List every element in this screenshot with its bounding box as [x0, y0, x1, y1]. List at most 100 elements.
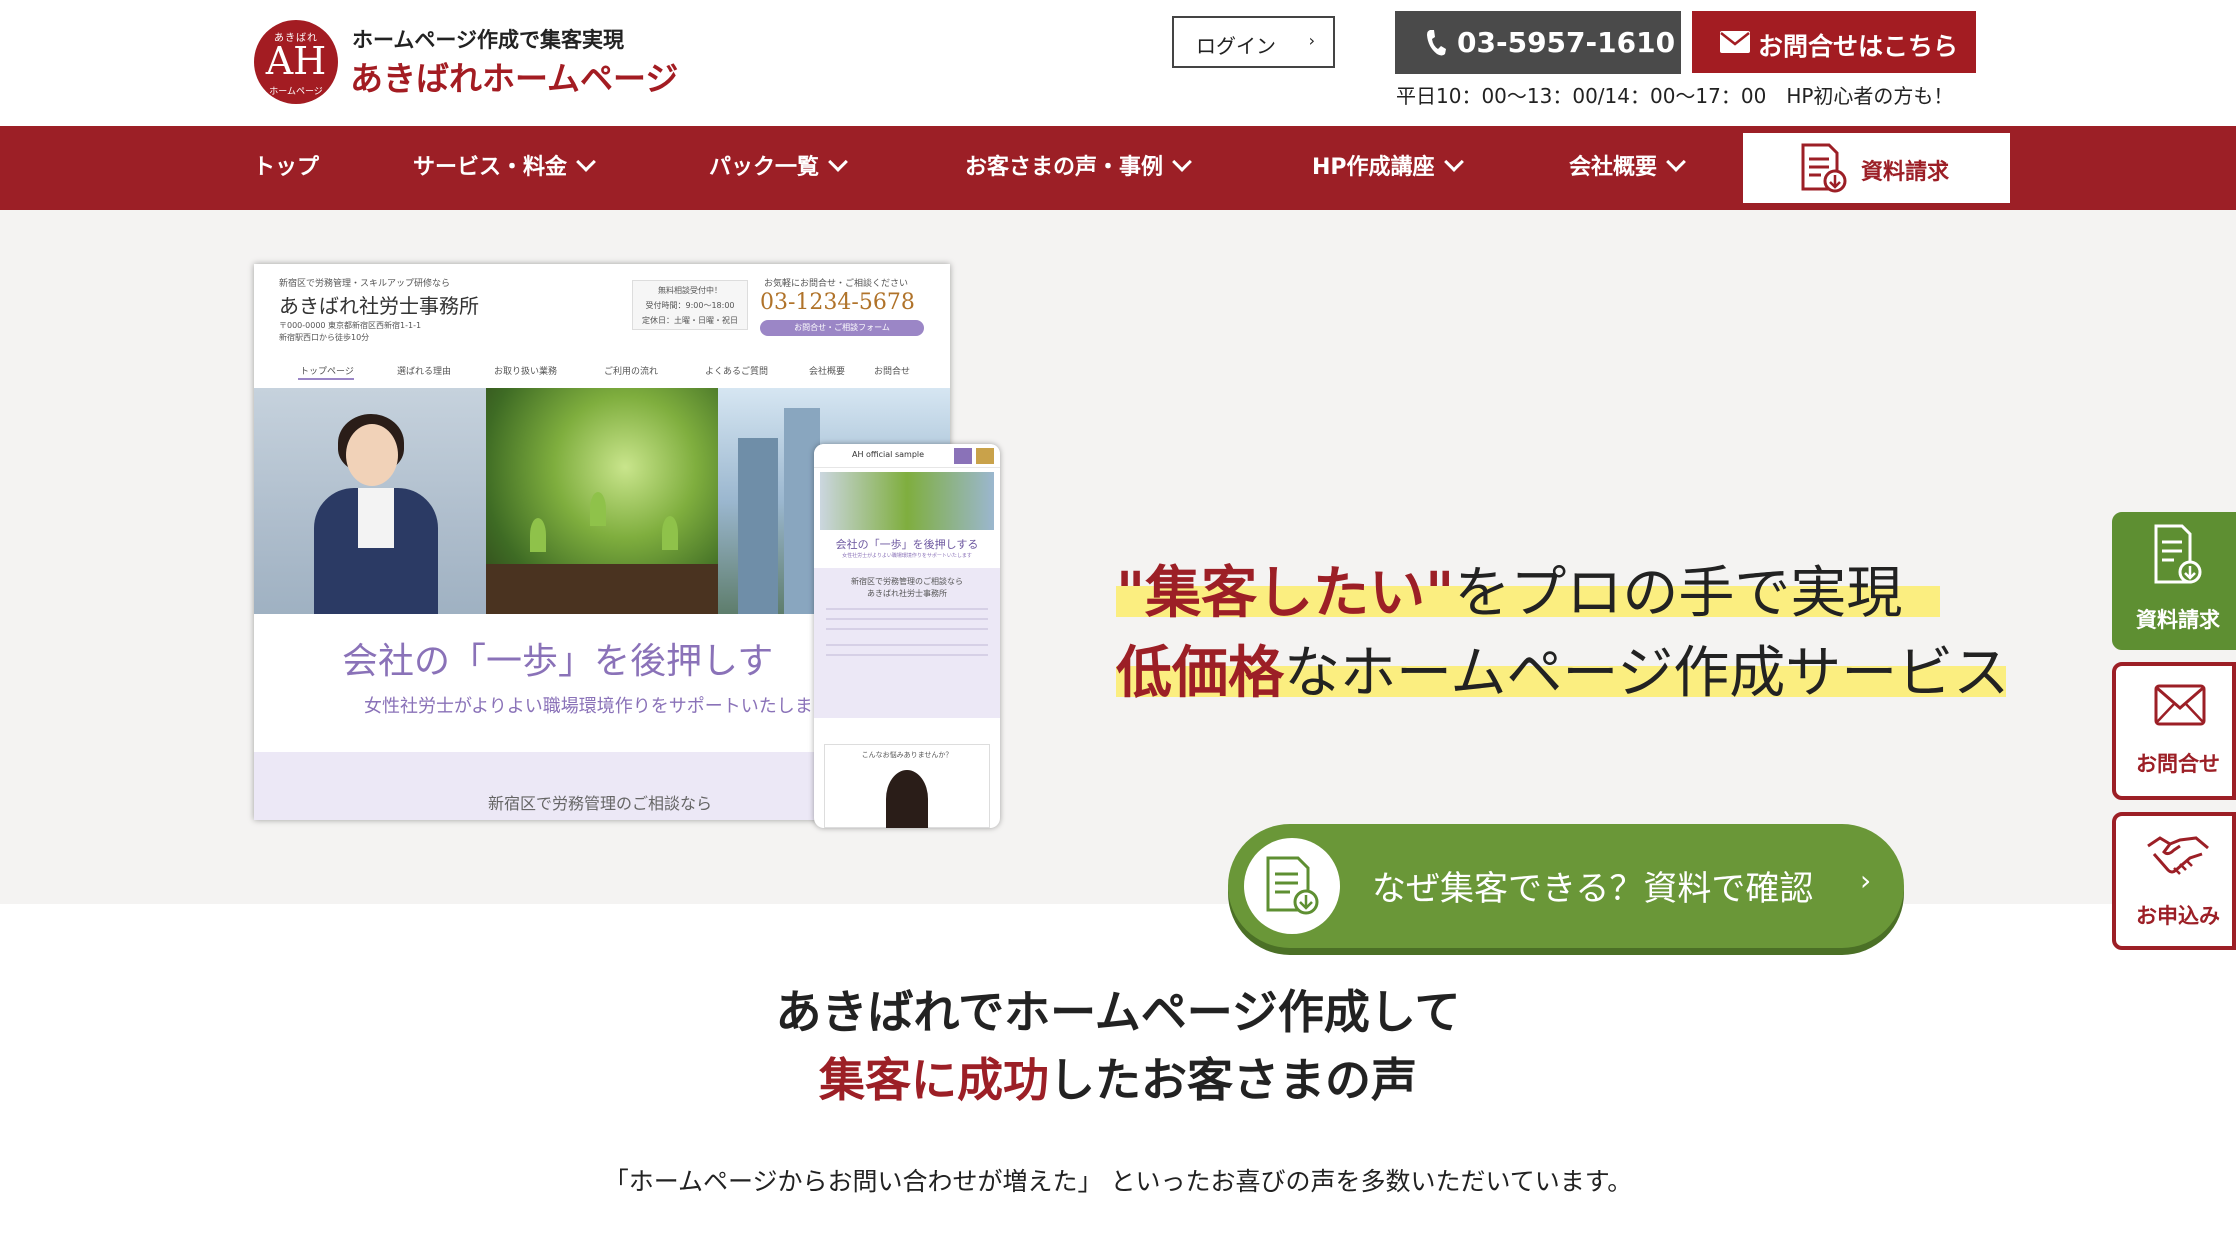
chevron-down-icon [1443, 152, 1464, 172]
voices-lead-text: 「ホームページからお問い合わせが増えた」 といったお喜びの声を多数いただいていま… [603, 1167, 1633, 1196]
mockup-address: 〒000-0000 東京都新宿区西新宿1-1-1 [279, 321, 422, 330]
chevron-down-icon [576, 152, 596, 172]
photo-sprout [662, 516, 678, 550]
mobile-mockup-avatar [886, 770, 928, 828]
mobile-mockup-title: AH official sample [852, 450, 925, 459]
mockup-nav-item: 会社概要 [809, 367, 846, 377]
site-header: あきばれ AH ホームページ ホームページ作成で集客実現 あきばれホームページ … [0, 0, 2236, 126]
nav-doc-request-button[interactable]: 資料請求 [1743, 133, 2010, 203]
mockup-nav-underline [298, 378, 354, 380]
mockup-footer-text: 新宿区で労務管理のご相談なら [488, 794, 713, 813]
phone-number: 03-5957-1610 [1457, 26, 1676, 59]
side-apply-label: お申込み [2136, 904, 2220, 928]
nav-item-top[interactable]: トップ [253, 126, 319, 210]
photo-sprout [530, 518, 546, 552]
voices-heading-line2: 集客に成功したお客さまの声 [0, 1044, 2236, 1110]
mobile-mockup-text-line [826, 618, 988, 620]
voices-heading-rest: したお客さまの声 [1049, 1053, 1417, 1107]
hero-cta-label: なぜ集客できる？資料で確認 [1372, 869, 1814, 909]
chevron-down-icon [828, 152, 848, 172]
mockup-photo-businesswoman [254, 388, 486, 618]
cta-icon-circle [1244, 838, 1340, 934]
nav-item-label: お客さまの声・事例 [965, 155, 1164, 180]
nav-item-label: 会社概要 [1569, 155, 1658, 180]
mockup-subline: 女性社労士がよりよい職場環境作りをサポートいたしま [364, 696, 813, 717]
mobile-mockup-text-line [826, 644, 988, 646]
handshake-icon [2147, 836, 2209, 875]
mockup-form-button: お問合せ・ご相談フォーム [760, 320, 924, 336]
document-download-icon [1801, 143, 1847, 193]
hero-catchcopy-line2: 低価格なホームページ作成サービス [1116, 628, 2009, 709]
mail-icon [1720, 31, 1750, 53]
nav-item-label: トップ [253, 155, 320, 180]
phone-button[interactable]: 03-5957-1610 [1395, 11, 1681, 74]
mobile-mockup-intro-line1: 新宿区で労務管理のご相談なら [851, 577, 963, 586]
side-contact-tab[interactable]: お問合せ [2112, 662, 2236, 800]
chevron-right-icon: › [1308, 31, 1315, 50]
side-doc-request-label: 資料請求 [2136, 608, 2220, 632]
mobile-mockup-text-line [826, 608, 988, 610]
phone-icon [1427, 30, 1446, 56]
mockup-nav-item: ご利用の流れ [604, 367, 659, 377]
mobile-site-mockup: AH official sample 会社の「一歩」を後押しする 女性社労士がよ… [814, 444, 1000, 828]
hero-cta-button[interactable]: なぜ集客できる？資料で確認 › [1228, 824, 1904, 948]
nav-item-packs[interactable]: パック一覧 [709, 126, 848, 210]
mockup-nav-item: よくあるご質問 [705, 367, 769, 377]
mockup-tiny-text: 新宿区で労務管理・スキルアップ研修なら [279, 279, 451, 289]
mockup-access: 新宿駅西口から徒歩10分 [279, 333, 370, 342]
mockup-nav-item: 選ばれる理由 [397, 367, 452, 377]
side-apply-tab[interactable]: お申込み [2112, 812, 2236, 950]
chevron-right-icon: › [1860, 864, 1872, 897]
mockup-phone: 03-1234-5678 [760, 290, 915, 315]
mockup-hours-line1: 受付時間：9:00～18:00 [645, 301, 735, 310]
nav-item-label: HP作成講座 [1312, 155, 1435, 180]
login-label: ログイン [1196, 34, 1276, 58]
contact-button[interactable]: お問合せはこちら [1692, 11, 1976, 73]
mockup-nav-item: トップページ [300, 367, 354, 377]
brand-name[interactable]: あきばれホームページ [350, 52, 678, 100]
document-download-icon [2154, 524, 2202, 584]
logo-bottom-text: ホームページ [269, 87, 323, 97]
chevron-down-icon [1666, 152, 1686, 172]
hero-accent: "集客したい" [1116, 561, 1455, 626]
mockup-photo-soil [486, 564, 718, 614]
mobile-mockup-text-line [826, 628, 988, 630]
brand-tagline: ホームページ作成で集客実現 [352, 28, 624, 52]
document-download-icon [1266, 856, 1319, 915]
mockup-site-title: あきばれ社労士事務所 [279, 294, 479, 318]
side-doc-request-tab[interactable]: 資料請求 [2112, 512, 2236, 650]
business-hours: 平日10：00～13：00/14：00～17：00 HP初心者の方も！ [1396, 84, 1954, 108]
nav-item-label: パック一覧 [709, 155, 820, 180]
hero-accent: 低価格 [1116, 641, 1284, 706]
logo-mark[interactable]: あきばれ AH ホームページ [254, 20, 338, 104]
menu-icon [976, 448, 994, 464]
nav-item-course[interactable]: HP作成講座 [1312, 126, 1464, 210]
photo-face [346, 424, 398, 486]
mockup-nav-item: お取り扱い業務 [494, 367, 558, 377]
mobile-mockup-card-title: こんなお悩みありませんか？ [861, 751, 953, 759]
nav-item-voices[interactable]: お客さまの声・事例 [965, 126, 1192, 210]
mockup-hours-title: 無料相談受付中！ [658, 286, 722, 295]
voices-heading-accent: 集客に成功 [819, 1053, 1049, 1107]
mockup-contact-note: お気軽にお問合せ・ご相談ください [764, 279, 909, 289]
mobile-mockup-subline: 女性社労士がよりよい職場環境作りをサポートいたします [842, 553, 972, 559]
contact-label: お問合せはこちら [1758, 32, 1959, 61]
mobile-mockup-photo [820, 472, 994, 530]
voices-heading-line1: あきばれでホームページ作成して [775, 985, 1461, 1039]
photo-building [738, 438, 778, 614]
nav-doc-request-label: 資料請求 [1861, 160, 1950, 185]
global-nav: トップ サービス・料金 パック一覧 お客さまの声・事例 HP作成講座 会社概要 … [0, 126, 2236, 210]
mobile-mockup-intro-line2: あきばれ社労士事務所 [867, 589, 947, 598]
phone-icon [954, 448, 972, 464]
mockup-hours-box: 無料相談受付中！ 受付時間：9:00～18:00 定休日：土曜・日曜・祝日 [632, 280, 748, 330]
nav-item-company[interactable]: 会社概要 [1569, 126, 1686, 210]
mobile-mockup-text-line [826, 654, 988, 656]
mobile-mockup-headline: 会社の「一歩」を後押しする [835, 538, 979, 551]
nav-item-service[interactable]: サービス・料金 [413, 126, 596, 210]
photo-sprout [590, 492, 606, 526]
hero-text: をプロの手で実現 [1454, 561, 1903, 626]
login-button[interactable]: ログイン › [1172, 16, 1335, 68]
mockup-nav-item: お問合せ [874, 367, 911, 377]
hero-text: なホームページ作成サービス [1284, 641, 2010, 706]
logo-initials: AH [265, 39, 327, 83]
